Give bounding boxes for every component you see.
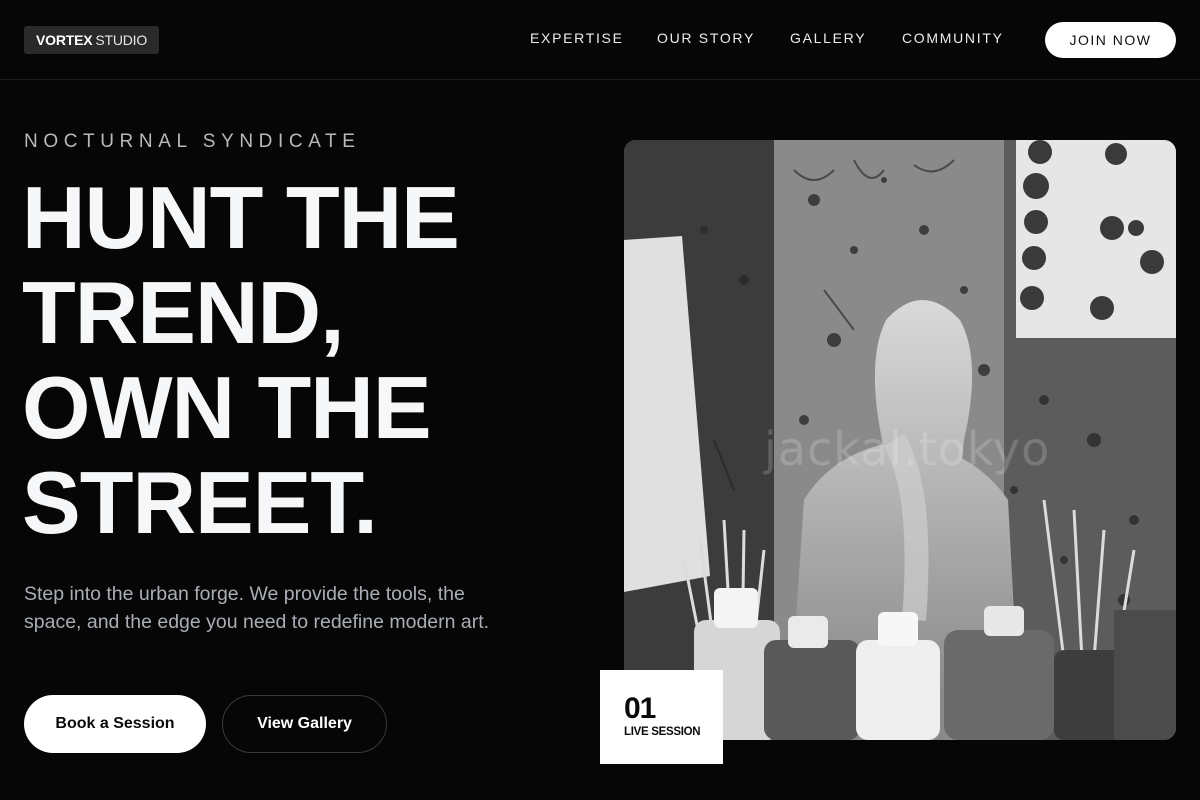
headline-end-mark: . <box>353 453 377 552</box>
join-now-button[interactable]: JOIN NOW <box>1045 22 1176 58</box>
headline-line-3: OWN THE <box>22 358 432 457</box>
hero-headline: HUNT THE TREND, OWN THE STREET. <box>22 170 582 550</box>
headline-line-4: STREET. <box>22 455 582 550</box>
hero-subtext: Step into the urban forge. We provide th… <box>24 583 490 633</box>
image-watermark: jackal.tokyo <box>764 422 1051 476</box>
headline-line-2: TREND, <box>22 263 345 362</box>
brand-logo[interactable]: VORTEX STUDIO <box>24 26 160 54</box>
book-session-button[interactable]: Book a Session <box>24 695 206 753</box>
brand-name-bold: VORTEX <box>36 32 93 48</box>
live-session-badge: 01 LIVE SESSION <box>600 670 723 764</box>
badge-number: 01 <box>624 692 656 725</box>
headline-line-1: HUNT THE <box>22 168 460 267</box>
badge-label: LIVE SESSION <box>624 726 701 738</box>
headline-line-4-text: STREET <box>22 453 354 552</box>
nav-link-gallery[interactable]: GALLERY <box>790 30 866 46</box>
nav-link-expertise[interactable]: EXPERTISE <box>530 30 624 46</box>
nav-link-community[interactable]: COMMUNITY <box>902 30 1004 46</box>
brand-name-light: STUDIO <box>95 32 148 48</box>
view-gallery-button[interactable]: View Gallery <box>222 695 387 753</box>
hero-eyebrow: NOCTURNAL SYNDICATE <box>24 131 361 152</box>
hero-photo: jackal.tokyo <box>624 140 1176 740</box>
site-header: VORTEX STUDIO EXPERTISE OUR STORY GALLER… <box>0 0 1200 80</box>
landing-page: VORTEX STUDIO EXPERTISE OUR STORY GALLER… <box>0 0 1200 800</box>
nav-link-our-story[interactable]: OUR STORY <box>657 30 755 46</box>
